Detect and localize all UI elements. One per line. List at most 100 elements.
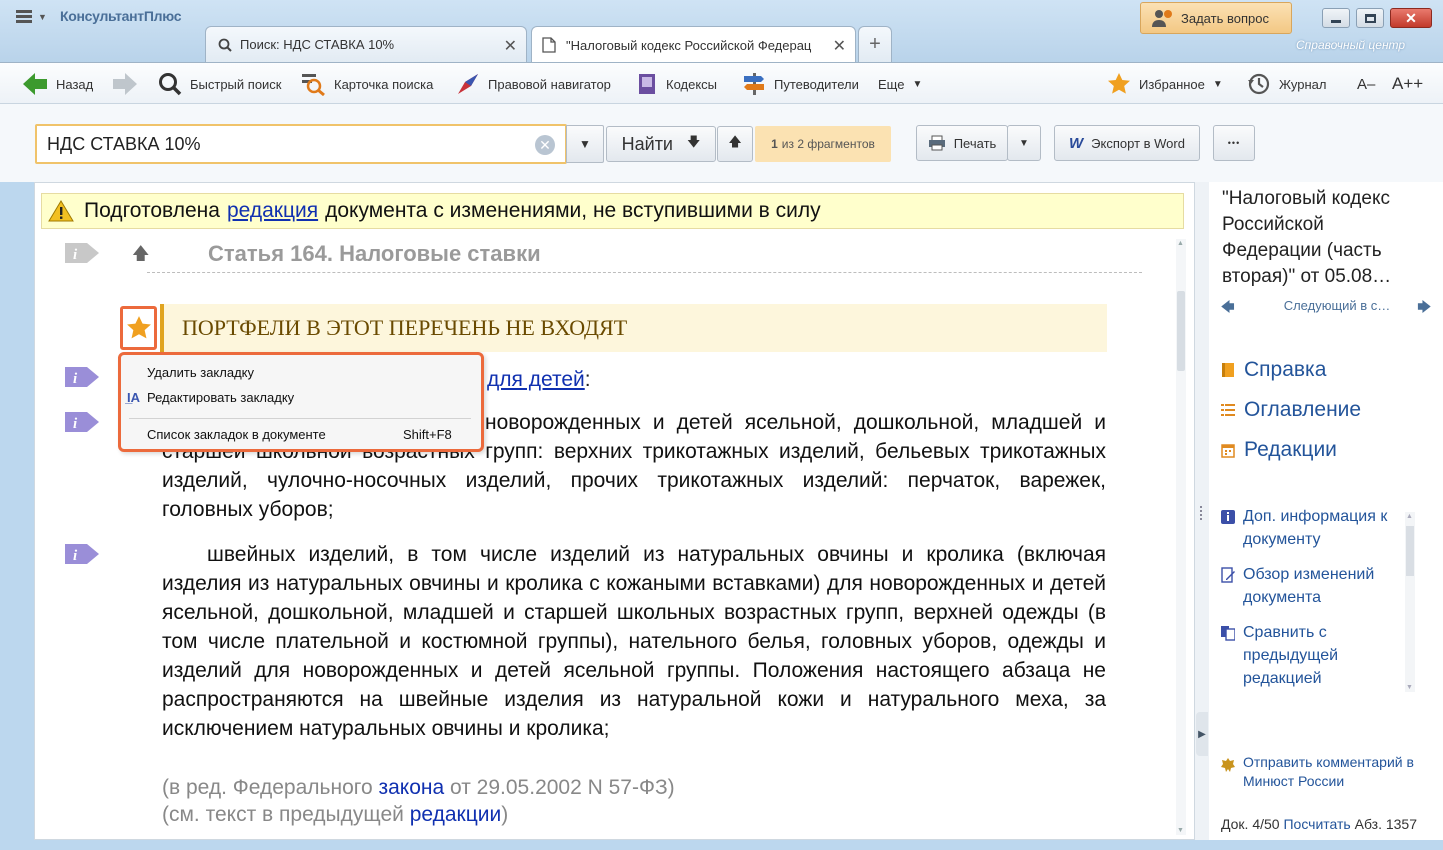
side-scroll-thumb[interactable] xyxy=(1406,526,1414,576)
codes-book-icon xyxy=(639,74,655,94)
legal-navigator-button[interactable]: Правовой навигатор xyxy=(456,63,611,105)
status-footer: Док. 4/50 Посчитать Абз. 1357 xyxy=(1221,816,1417,832)
children-link[interactable]: для детей xyxy=(487,368,585,391)
legal-navigator-label: Правовой навигатор xyxy=(488,76,611,92)
count-link[interactable]: Посчитать xyxy=(1283,816,1350,832)
font-smaller-button[interactable]: A– xyxy=(1357,63,1375,105)
tab-search[interactable]: Поиск: НДС СТАВКА 10% ✕ xyxy=(205,26,527,62)
chevron-down-icon[interactable]: ▼ xyxy=(38,12,47,22)
search-input[interactable] xyxy=(47,134,527,155)
find-label: Найти xyxy=(621,133,673,154)
scroll-up-icon[interactable]: ▲ xyxy=(1406,513,1413,520)
user-question-icon xyxy=(1152,10,1172,27)
menu-list-label: Список закладок в документе xyxy=(147,426,326,442)
scroll-thumb[interactable] xyxy=(1177,291,1185,371)
print-options-dropdown[interactable]: ▼ xyxy=(1007,125,1041,161)
printer-icon xyxy=(928,135,945,151)
arrow-up-icon: 🡅 xyxy=(728,134,742,149)
info-comment-icon[interactable]: i xyxy=(65,410,99,434)
arrow-right-icon[interactable]: 🡆 xyxy=(1418,298,1431,320)
minimize-button[interactable] xyxy=(1322,8,1350,28)
bookmark-note[interactable]: ПОРТФЕЛИ В ЭТОТ ПЕРЕЧЕНЬ НЕ ВХОДЯТ xyxy=(160,304,1107,352)
more-actions-button[interactable]: ••• xyxy=(1213,125,1255,161)
bookmark-text: ПОРТФЕЛИ В ЭТОТ ПЕРЕЧЕНЬ НЕ ВХОДЯТ xyxy=(182,315,628,340)
send-comment-link[interactable]: Отправить комментарий в Минюст России xyxy=(1221,753,1421,791)
forward-button[interactable] xyxy=(112,63,146,105)
fragments-total-label: из 2 фрагментов xyxy=(781,137,875,151)
close-icon[interactable]: ✕ xyxy=(504,36,517,56)
chevron-down-icon: ▼ xyxy=(1212,78,1223,90)
window-close-button[interactable]: ✕ xyxy=(1390,8,1432,28)
editions-link[interactable]: Редакции xyxy=(1221,438,1337,462)
document-title: "Налоговый кодекс Российской Федерации (… xyxy=(1222,188,1392,287)
contents-label: Оглавление xyxy=(1244,398,1362,421)
print-button[interactable]: Печать xyxy=(916,125,1008,161)
search-field-wrap: ✕ xyxy=(35,124,567,164)
menu-delete-bookmark[interactable]: Удалить закладку xyxy=(147,361,254,383)
journal-label: Журнал xyxy=(1279,76,1327,92)
edition-note-law: (в ред. Федерального закона от 29.05.200… xyxy=(162,774,675,802)
collapse-pane-button[interactable]: ▶ xyxy=(1196,712,1208,756)
splitter-grip-icon[interactable] xyxy=(1200,506,1203,520)
emblem-icon xyxy=(1221,758,1235,772)
document-scrollbar[interactable]: ▲ ▼ xyxy=(1176,239,1186,835)
compass-icon xyxy=(458,74,478,94)
compare-docs-icon xyxy=(1221,626,1235,641)
quick-search-button[interactable]: Быстрый поиск xyxy=(158,63,282,105)
clear-search-icon[interactable]: ✕ xyxy=(535,135,555,155)
info-comment-icon[interactable]: i xyxy=(65,365,99,389)
info-comment-icon[interactable]: i xyxy=(65,542,99,566)
ask-question-button[interactable]: Задать вопрос xyxy=(1140,2,1292,34)
contents-link[interactable]: Оглавление xyxy=(1221,398,1361,422)
side-scrollbar[interactable]: ▲ ▼ xyxy=(1405,512,1415,692)
ask-question-label: Задать вопрос xyxy=(1181,10,1269,26)
codes-button[interactable]: Кодексы xyxy=(636,63,717,105)
reference-center-logo[interactable]: Справочный центр xyxy=(1296,38,1405,52)
bookmark-star-button[interactable] xyxy=(120,306,157,350)
note2-pre: (см. текст в предыдущей xyxy=(162,803,404,826)
journal-button[interactable]: Журнал xyxy=(1247,63,1326,105)
document-pane[interactable]: Подготовлена редакция документа с измене… xyxy=(34,182,1195,840)
reference-link[interactable]: Справка xyxy=(1221,358,1326,382)
more-label: Еще xyxy=(878,76,905,92)
changes-review-link[interactable]: Обзор изменений документа xyxy=(1221,563,1421,609)
previous-edition-link[interactable]: редакции xyxy=(410,803,502,826)
additional-info-link[interactable]: Доп. информация к документу xyxy=(1221,505,1421,551)
maximize-button[interactable] xyxy=(1356,8,1384,28)
guides-button[interactable]: Путеводители xyxy=(742,63,859,105)
scroll-down-icon[interactable]: ▼ xyxy=(1177,827,1184,834)
menu-delete-label: Удалить закладку xyxy=(147,364,255,380)
warning-edition-link[interactable]: редакция xyxy=(227,199,318,223)
menu-bookmark-list[interactable]: Список закладок в документе Shift+F8 xyxy=(147,423,467,445)
fragments-counter: 1 из 2 фрагментов xyxy=(755,126,891,162)
export-word-button[interactable]: W Экспорт в Word xyxy=(1054,125,1200,161)
find-previous-button[interactable]: 🡅 xyxy=(717,126,753,162)
pane-splitter[interactable]: ▶ xyxy=(1195,182,1209,840)
law-link[interactable]: закона xyxy=(378,776,444,799)
find-button[interactable]: Найти 🡇 xyxy=(606,126,716,162)
close-icon[interactable]: ✕ xyxy=(833,36,846,56)
search-history-dropdown[interactable]: ▼ xyxy=(566,125,604,163)
menu-edit-bookmark[interactable]: I̲A Редактировать закладку xyxy=(127,386,294,408)
back-button[interactable]: Назад xyxy=(22,63,93,105)
additional-info-label: Доп. информация к документу xyxy=(1243,508,1388,548)
new-tab-button[interactable]: + xyxy=(858,26,892,62)
scroll-down-icon[interactable]: ▼ xyxy=(1406,684,1413,691)
favorites-button[interactable]: Избранное ▼ xyxy=(1107,63,1223,105)
arrow-left-icon[interactable]: 🡄 xyxy=(1221,298,1234,320)
close-icon: ✕ xyxy=(1405,9,1417,26)
tab-document[interactable]: "Налоговый кодекс Российской Федерац ✕ xyxy=(531,26,856,63)
more-menu-button[interactable]: Еще ▼ xyxy=(878,63,922,105)
go-up-arrow-icon[interactable]: 🡅 xyxy=(132,241,149,270)
brand-logo[interactable]: КонсультантПлюс xyxy=(60,8,181,24)
compare-editions-link[interactable]: Сравнить с предыдущей редакцией xyxy=(1221,621,1421,690)
font-larger-button[interactable]: A++ xyxy=(1392,63,1423,105)
search-card-button[interactable]: Карточка поиска xyxy=(300,63,433,105)
info-comment-icon[interactable]: i xyxy=(65,241,99,265)
next-document-link[interactable]: Следующий в с… xyxy=(1284,298,1391,320)
export-word-label: Экспорт в Word xyxy=(1091,135,1185,151)
note1-post: от 29.05.2002 N 57-ФЗ) xyxy=(450,776,675,799)
main-menu-icon[interactable] xyxy=(16,10,32,24)
scroll-up-icon[interactable]: ▲ xyxy=(1177,240,1184,247)
compare-editions-label: Сравнить с предыдущей редакцией xyxy=(1243,624,1339,687)
